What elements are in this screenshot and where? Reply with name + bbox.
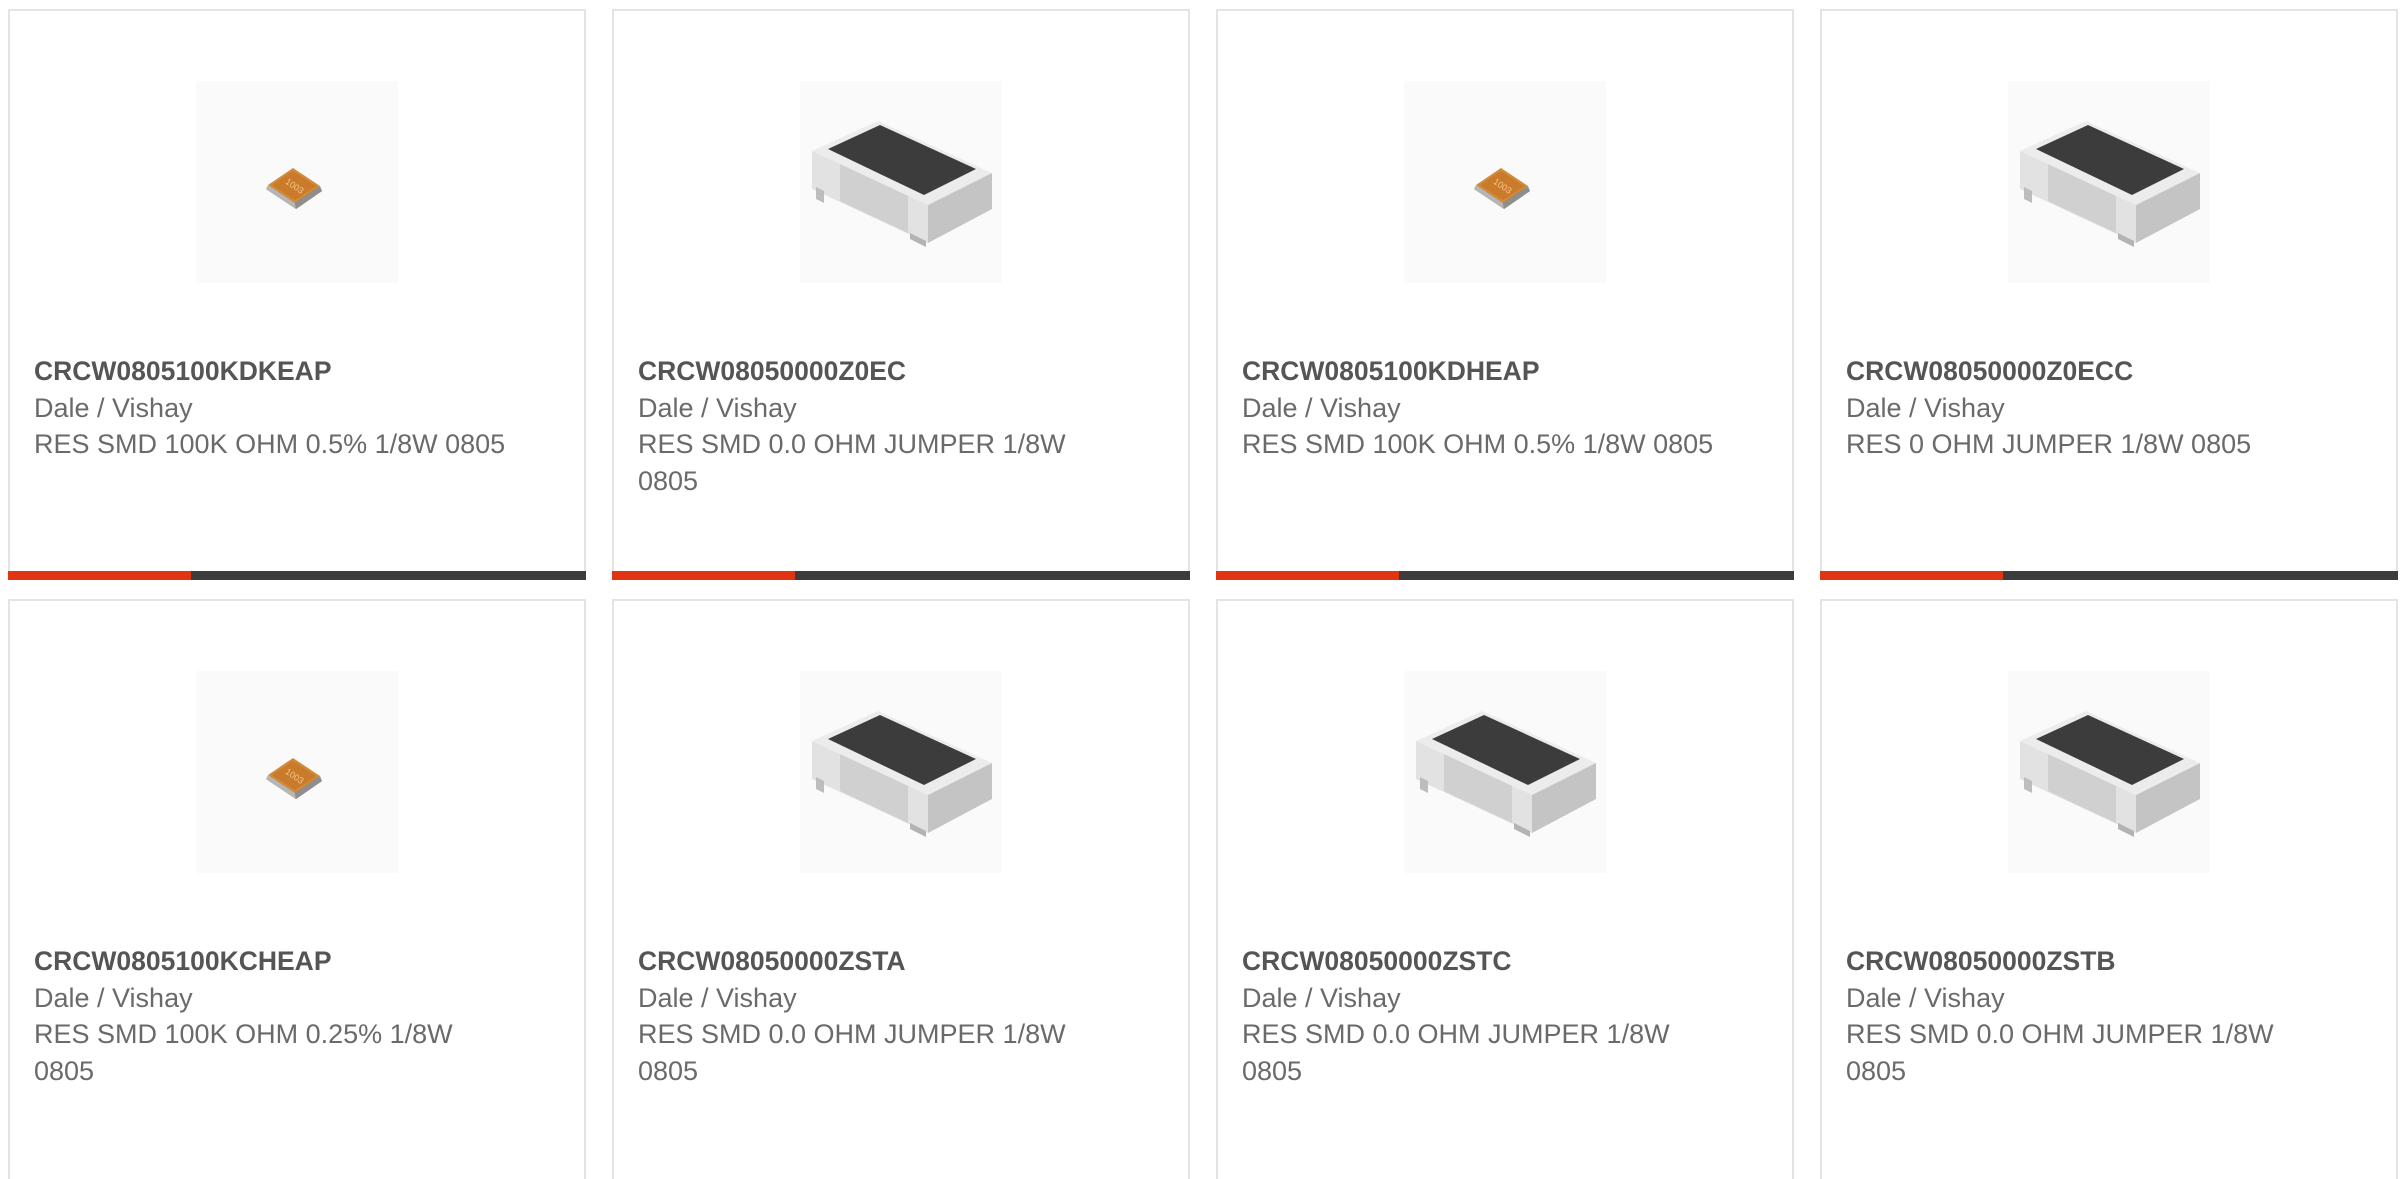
product-description: RES SMD 0.0 OHM JUMPER 1/8W 0805 [638,1019,1066,1086]
black-resistor-chip-icon [2008,671,2210,873]
manufacturer-name: Dale / Vishay [34,392,193,423]
black-resistor-chip-icon [800,81,1002,283]
part-number[interactable]: CRCW0805100KDHEAP [1242,353,1722,390]
black-resistor-chip-icon [1404,671,1606,873]
product-info: CRCW08050000Z0ECC Dale / Vishay RES 0 OH… [1846,353,2326,463]
product-image[interactable]: 1003 [196,81,398,283]
manufacturer-name: Dale / Vishay [638,982,797,1013]
manufacturer-name: Dale / Vishay [1846,392,2005,423]
black-resistor-chip-icon [2008,81,2210,283]
card-accent-bar-fill [1216,571,1399,580]
card-accent-bar-fill [612,571,795,580]
product-description: RES SMD 100K OHM 0.25% 1/8W 0805 [34,1019,453,1086]
part-number[interactable]: CRCW08050000Z0ECC [1846,353,2326,390]
product-image[interactable] [2008,671,2210,873]
part-number[interactable]: CRCW08050000Z0EC [638,353,1118,390]
product-info: CRCW08050000ZSTC Dale / Vishay RES SMD 0… [1242,943,1722,1089]
part-number[interactable]: CRCW0805100KDKEAP [34,353,514,390]
product-info: CRCW0805100KDKEAP Dale / Vishay RES SMD … [34,353,514,463]
manufacturer-name: Dale / Vishay [1846,982,2005,1013]
orange-resistor-chip-icon: 1003 [196,81,398,283]
manufacturer-name: Dale / Vishay [34,982,193,1013]
product-card[interactable]: CRCW08050000ZSTB Dale / Vishay RES SMD 0… [1820,599,2398,1179]
product-card[interactable]: 1003 CRCW0805100KCHEAP Dale / Vishay RES… [8,599,586,1179]
black-resistor-chip-icon [800,671,1002,873]
orange-resistor-chip-icon: 1003 [196,671,398,873]
product-image[interactable]: 1003 [196,671,398,873]
part-number[interactable]: CRCW08050000ZSTB [1846,943,2326,980]
product-info: CRCW08050000ZSTA Dale / Vishay RES SMD 0… [638,943,1118,1089]
manufacturer-name: Dale / Vishay [1242,392,1401,423]
product-card[interactable]: CRCW08050000ZSTC Dale / Vishay RES SMD 0… [1216,599,1794,1179]
product-description: RES SMD 100K OHM 0.5% 1/8W 0805 [1242,429,1714,459]
card-accent-bar [8,571,586,580]
card-accent-bar-fill [1820,571,2003,580]
product-description: RES 0 OHM JUMPER 1/8W 0805 [1846,429,2252,459]
product-info: CRCW08050000Z0EC Dale / Vishay RES SMD 0… [638,353,1118,499]
orange-resistor-chip-icon: 1003 [1404,81,1606,283]
product-description: RES SMD 0.0 OHM JUMPER 1/8W 0805 [1846,1019,2274,1086]
product-card[interactable]: CRCW08050000ZSTA Dale / Vishay RES SMD 0… [612,599,1190,1179]
product-card[interactable]: CRCW08050000Z0ECC Dale / Vishay RES 0 OH… [1820,9,2398,580]
part-number[interactable]: CRCW0805100KCHEAP [34,943,514,980]
product-image[interactable] [1404,671,1606,873]
product-card[interactable]: 1003 CRCW0805100KDKEAP Dale / Vishay RES… [8,9,586,580]
manufacturer-name: Dale / Vishay [638,392,797,423]
product-card[interactable]: 1003 CRCW0805100KDHEAP Dale / Vishay RES… [1216,9,1794,580]
card-accent-bar [612,571,1190,580]
product-info: CRCW0805100KDHEAP Dale / Vishay RES SMD … [1242,353,1722,463]
product-image[interactable] [2008,81,2210,283]
product-image[interactable] [800,671,1002,873]
product-card[interactable]: CRCW08050000Z0EC Dale / Vishay RES SMD 0… [612,9,1190,580]
part-number[interactable]: CRCW08050000ZSTC [1242,943,1722,980]
product-image[interactable]: 1003 [1404,81,1606,283]
product-info: CRCW0805100KCHEAP Dale / Vishay RES SMD … [34,943,514,1089]
product-description: RES SMD 0.0 OHM JUMPER 1/8W 0805 [1242,1019,1670,1086]
part-number[interactable]: CRCW08050000ZSTA [638,943,1118,980]
card-accent-bar [1216,571,1794,580]
product-image[interactable] [800,81,1002,283]
product-info: CRCW08050000ZSTB Dale / Vishay RES SMD 0… [1846,943,2326,1089]
card-accent-bar [1820,571,2398,580]
card-accent-bar-fill [8,571,191,580]
product-description: RES SMD 0.0 OHM JUMPER 1/8W 0805 [638,429,1066,496]
manufacturer-name: Dale / Vishay [1242,982,1401,1013]
product-description: RES SMD 100K OHM 0.5% 1/8W 0805 [34,429,506,459]
product-grid: 1003 CRCW0805100KDKEAP Dale / Vishay RES… [0,0,2400,1179]
